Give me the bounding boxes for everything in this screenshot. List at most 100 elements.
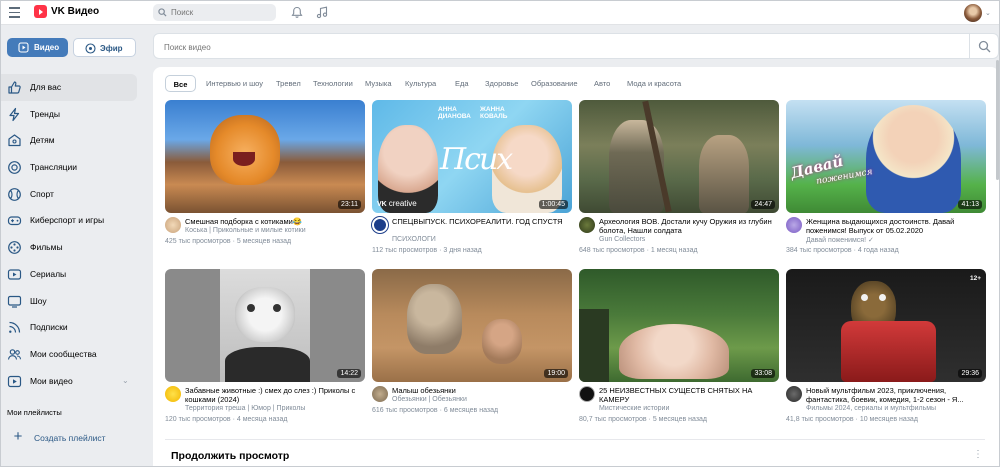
channel-name[interactable]: ПСИХОЛОГИ	[392, 236, 436, 243]
sidebar-item-series[interactable]: Сериалы	[0, 261, 137, 288]
sidebar-item-esports[interactable]: Киберспорт и игры	[0, 207, 137, 234]
video-thumbnail[interactable]: 33:08	[579, 269, 779, 382]
plus-icon: +	[7, 426, 29, 448]
channel-name[interactable]: Коська | Прикольные и милые котики	[185, 227, 306, 234]
video-duration: 33:08	[751, 369, 775, 378]
chip-interviews[interactable]: Интервью и шоу	[206, 75, 263, 92]
video-meta: 425 тыс просмотров · 5 месяцев назад	[165, 238, 291, 245]
video-age: 10 месяцев назад	[859, 416, 918, 423]
video-title[interactable]: СПЕЦВЫПУСК. ПСИХОРЕАЛИТИ. ГОД СПУСТЯ	[392, 217, 572, 226]
channel-avatar[interactable]	[372, 386, 388, 402]
top-search-input[interactable]	[171, 6, 271, 19]
channel-name[interactable]: Давай поженимся! ✓	[806, 236, 874, 244]
channel-avatar[interactable]	[165, 386, 181, 402]
chip-tech[interactable]: Технологии	[313, 75, 353, 92]
chip-fashion[interactable]: Мода и красота	[627, 75, 681, 92]
chevron-down-icon[interactable]: ⌄	[122, 376, 129, 385]
search-divider	[969, 34, 970, 58]
sidebar-item-subscriptions[interactable]: Подписки	[0, 314, 137, 341]
video-age: 1 месяц назад	[650, 247, 698, 254]
video-age: 4 месяца назад	[236, 416, 288, 423]
channel-avatar[interactable]	[786, 386, 802, 402]
video-views: 41,8 тыс просмотров	[786, 416, 854, 423]
vk-video-logo-icon[interactable]	[34, 5, 47, 18]
chip-food[interactable]: Еда	[455, 75, 469, 92]
chip-travel[interactable]: Тревел	[276, 75, 301, 92]
chip-education[interactable]: Образование	[531, 75, 578, 92]
video-age: 4 года назад	[857, 247, 899, 254]
channel-name[interactable]: Территория треша | Юмор | Приколы	[185, 405, 305, 412]
video-button[interactable]: Видео	[7, 38, 68, 57]
bell-icon[interactable]	[291, 6, 303, 19]
channel-avatar[interactable]	[579, 217, 595, 233]
channel-name[interactable]: Фильмы 2024, сериалы и мультфильмы	[806, 405, 936, 412]
video-title[interactable]: Археология ВОВ. Достали кучу Оружия из г…	[599, 217, 779, 235]
sidebar-item-broadcasts[interactable]: Трансляции	[0, 154, 137, 181]
video-thumbnail[interactable]: 24:47	[579, 100, 779, 213]
top-search-box[interactable]	[153, 4, 276, 21]
sidebar-item-kids[interactable]: Детям	[0, 127, 137, 154]
menu-icon[interactable]	[9, 7, 20, 18]
video-duration: 29:36	[958, 369, 982, 378]
chip-health[interactable]: Здоровье	[485, 75, 518, 92]
sidebar-item-show[interactable]: Шоу	[0, 288, 137, 315]
video-thumbnail[interactable]: 19:00	[372, 269, 572, 382]
channel-name[interactable]: Мистические истории	[599, 405, 669, 412]
scrollbar[interactable]	[996, 60, 999, 180]
channel-avatar[interactable]	[372, 217, 388, 233]
chip-culture[interactable]: Культура	[405, 75, 436, 92]
video-title[interactable]: Женщина выдающихся достоинств. Давай пож…	[806, 217, 986, 235]
sidebar-item-label: Трансляции	[30, 162, 78, 173]
video-views: 616 тыс просмотров	[372, 407, 438, 414]
app-title[interactable]: VK Видео	[51, 6, 99, 17]
chip-auto[interactable]: Авто	[594, 75, 610, 92]
sidebar-nav: Для вас Тренды Детям Трансляции Спорт Ки…	[0, 74, 143, 394]
chevron-down-icon[interactable]: ⌄	[985, 9, 991, 17]
create-playlist-label: Создать плейлист	[34, 433, 106, 443]
video-thumbnail[interactable]: 14:22	[165, 269, 365, 382]
channel-avatar[interactable]	[786, 217, 802, 233]
video-search-input[interactable]	[164, 41, 944, 53]
chip-music[interactable]: Музыка	[365, 75, 392, 92]
video-thumbnail[interactable]: Давай поженимся 41:13	[786, 100, 986, 213]
sidebar-item-my-video[interactable]: Мои видео ⌄	[0, 368, 137, 395]
video-title[interactable]: Забавные животные :) смех до слез :) При…	[185, 386, 365, 404]
tv-icon	[7, 295, 22, 308]
sidebar-item-films[interactable]: Фильмы	[0, 234, 137, 261]
video-age: 6 месяцев назад	[443, 407, 499, 414]
video-duration: 14:22	[337, 369, 361, 378]
series-icon	[7, 269, 22, 280]
video-meta: 384 тыс просмотров · 4 года назад	[786, 247, 899, 254]
sidebar-item-sport[interactable]: Спорт	[0, 181, 137, 208]
sidebar-item-communities[interactable]: Мои сообщества	[0, 341, 137, 368]
video-thumbnail[interactable]: 12+ 29:36	[786, 269, 986, 382]
sidebar-item-for-you[interactable]: Для вас	[0, 74, 137, 101]
video-duration: 1:00:45	[538, 200, 568, 209]
search-icon[interactable]	[978, 40, 991, 53]
playlists-title: Мои плейлисты	[7, 408, 62, 417]
more-options-icon[interactable]: ⋮	[973, 449, 983, 460]
sidebar-item-label: Для вас	[30, 82, 62, 92]
video-views: 112 тыс просмотров	[372, 247, 438, 254]
video-thumbnail[interactable]: 23:11	[165, 100, 365, 213]
channel-name[interactable]: Обезьянки | Обезьянки	[392, 396, 467, 403]
sidebar-item-trends[interactable]: Тренды	[0, 101, 137, 128]
efir-button[interactable]: Эфир	[73, 38, 136, 57]
video-search-box[interactable]	[153, 33, 999, 59]
chip-all[interactable]: Все	[165, 75, 196, 92]
video-title[interactable]: 25 НЕИЗВЕСТНЫХ СУЩЕСТВ СНЯТЫХ НА КАМЕРУ	[599, 386, 779, 404]
thumb-caption: АННА ДИАНОВА	[438, 106, 471, 120]
channel-avatar[interactable]	[165, 217, 181, 233]
video-thumbnail[interactable]: Псих АННА ДИАНОВА ЖАННА КОВАЛЬ VK creativ…	[372, 100, 572, 213]
top-bar: VK Видео ⌄	[0, 0, 1000, 25]
create-playlist-button[interactable]: + Создать плейлист	[7, 426, 137, 448]
video-title[interactable]: Малыш обезьянки	[392, 386, 572, 395]
sidebar-item-label: Киберспорт и игры	[30, 215, 105, 226]
video-title[interactable]: Смешная подборка с котиками😂	[185, 217, 365, 226]
user-avatar[interactable]	[964, 4, 982, 22]
music-icon[interactable]	[316, 6, 328, 19]
channel-name[interactable]: Gun Collectors	[599, 236, 645, 243]
broadcast-icon	[85, 43, 96, 54]
video-title[interactable]: Новый мультфильм 2023, приключения, фант…	[806, 386, 986, 404]
channel-avatar[interactable]	[579, 386, 595, 402]
